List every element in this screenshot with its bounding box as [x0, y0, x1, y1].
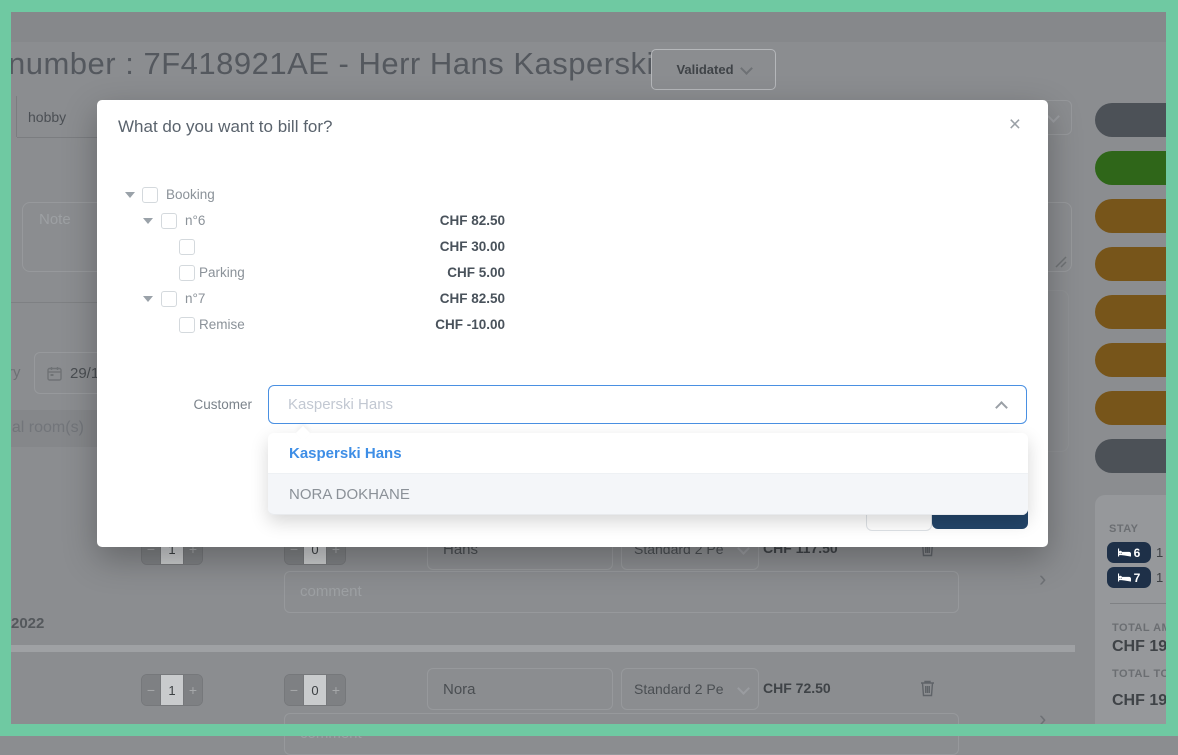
note-placeholder: Note [39, 211, 71, 228]
room-amount-fragment: 1 [1156, 545, 1164, 560]
tree-label: n°7 [185, 291, 206, 306]
screenshot-root: { "frame_color": "#6fc9a2", "page": { "t… [0, 0, 1178, 755]
checkbox[interactable] [161, 213, 177, 229]
checkbox[interactable] [161, 291, 177, 307]
customer-select-input[interactable]: Kasperski Hans [268, 385, 1027, 424]
checkbox[interactable] [179, 317, 195, 333]
frame-top [0, 0, 1178, 12]
room-number: 7 [1133, 570, 1141, 585]
section-divider [11, 302, 97, 303]
checkbox[interactable] [179, 265, 195, 281]
comment-placeholder: comment [300, 583, 362, 600]
minus-button[interactable]: − [285, 675, 303, 705]
chevron-down-icon [739, 61, 753, 75]
chevron-down-icon [737, 682, 750, 695]
room-type-value: Standard 2 Pe [634, 681, 724, 697]
frame-bottom [0, 724, 1178, 736]
tree-label: Booking [166, 187, 215, 202]
chevron-up-icon [995, 401, 1008, 414]
tree-amount: CHF 30.00 [439, 239, 505, 254]
tree-label: Remise [199, 317, 245, 332]
tree-row-n6[interactable]: n°6 CHF 82.50 [97, 211, 1048, 237]
room-badge-6: 6 [1107, 542, 1151, 563]
dropdown-option-selected[interactable]: Kasperski Hans [268, 433, 1028, 474]
calendar-icon [47, 366, 62, 381]
modal-title: What do you want to bill for? [118, 117, 333, 136]
tree-row-n7[interactable]: n°7 CHF 82.50 [97, 289, 1048, 315]
frame-right [1166, 0, 1178, 736]
caret-down-icon[interactable] [143, 218, 153, 224]
chevron-down-icon [1047, 110, 1060, 123]
tree-amount: CHF 82.50 [439, 213, 505, 228]
total-topay-label: TOTAL TO [1112, 668, 1170, 680]
bed-icon [1117, 573, 1131, 582]
tree-row-remise[interactable]: Remise CHF -10.00 [97, 315, 1048, 341]
resize-handle-icon[interactable] [1053, 254, 1067, 268]
tree-label: Parking [199, 265, 245, 280]
status-label: Validated [676, 62, 734, 77]
plus-button[interactable]: + [327, 675, 345, 705]
tree-row-parking[interactable]: Parking CHF 5.00 [97, 263, 1048, 289]
row-year-fragment: 2022 [11, 615, 45, 632]
checkbox[interactable] [179, 239, 195, 255]
page-header-band [11, 12, 1166, 42]
minus-button[interactable]: − [142, 675, 160, 705]
tree-row-item[interactable]: CHF 30.00 [97, 237, 1048, 263]
status-dropdown-validated[interactable]: Validated [651, 49, 776, 90]
guest-name-input-row2[interactable]: Nora [427, 668, 613, 710]
tree-row-booking[interactable]: Booking [97, 185, 1048, 211]
row-price: CHF 72.50 [763, 680, 831, 696]
room-number: 6 [1133, 545, 1141, 560]
checkbox[interactable] [142, 187, 158, 203]
tree-amount: CHF 5.00 [447, 265, 505, 280]
rows-divider-band [11, 645, 1075, 652]
caret-down-icon[interactable] [143, 296, 153, 302]
room-badge-7: 7 [1107, 567, 1151, 588]
stepper-value: 1 [160, 675, 184, 705]
tree-label: n°6 [185, 213, 206, 228]
customer-dropdown: Kasperski Hans NORA DOKHANE [268, 425, 1028, 515]
caret-down-icon[interactable] [125, 192, 135, 198]
comment-textarea-row1[interactable]: comment [284, 571, 959, 613]
total-amount-label: TOTAL AM [1112, 622, 1172, 634]
frame-left [0, 0, 11, 736]
expand-row-chevron[interactable]: › [1039, 566, 1046, 592]
tab-hobby[interactable]: hobby [17, 96, 97, 138]
guest-name-value: Nora [443, 680, 476, 698]
bed-icon [1117, 548, 1131, 557]
rooms-section-label: nal room(s) [3, 419, 84, 436]
page-title: number : 7F418921AE - Herr Hans Kaspersk… [8, 46, 654, 81]
close-icon[interactable]: × [1009, 113, 1021, 137]
children-stepper-row2[interactable]: − 0 + [284, 674, 346, 706]
customer-label: Customer [193, 397, 252, 412]
plus-button[interactable]: + [184, 675, 202, 705]
customer-input-value: Kasperski Hans [288, 396, 394, 413]
room-type-select-row2[interactable]: Standard 2 Pe [621, 668, 759, 710]
stepper-value: 0 [303, 675, 327, 705]
adults-stepper-row2[interactable]: − 1 + [141, 674, 203, 706]
tree-amount: CHF -10.00 [435, 317, 505, 332]
tab-hobby-label: hobby [28, 108, 67, 125]
trash-icon[interactable] [919, 679, 936, 697]
dropdown-option[interactable]: NORA DOKHANE [268, 474, 1028, 515]
tree-amount: CHF 82.50 [439, 291, 505, 306]
stay-title: STAY [1109, 523, 1139, 535]
room-amount-fragment: 1 [1156, 570, 1164, 585]
